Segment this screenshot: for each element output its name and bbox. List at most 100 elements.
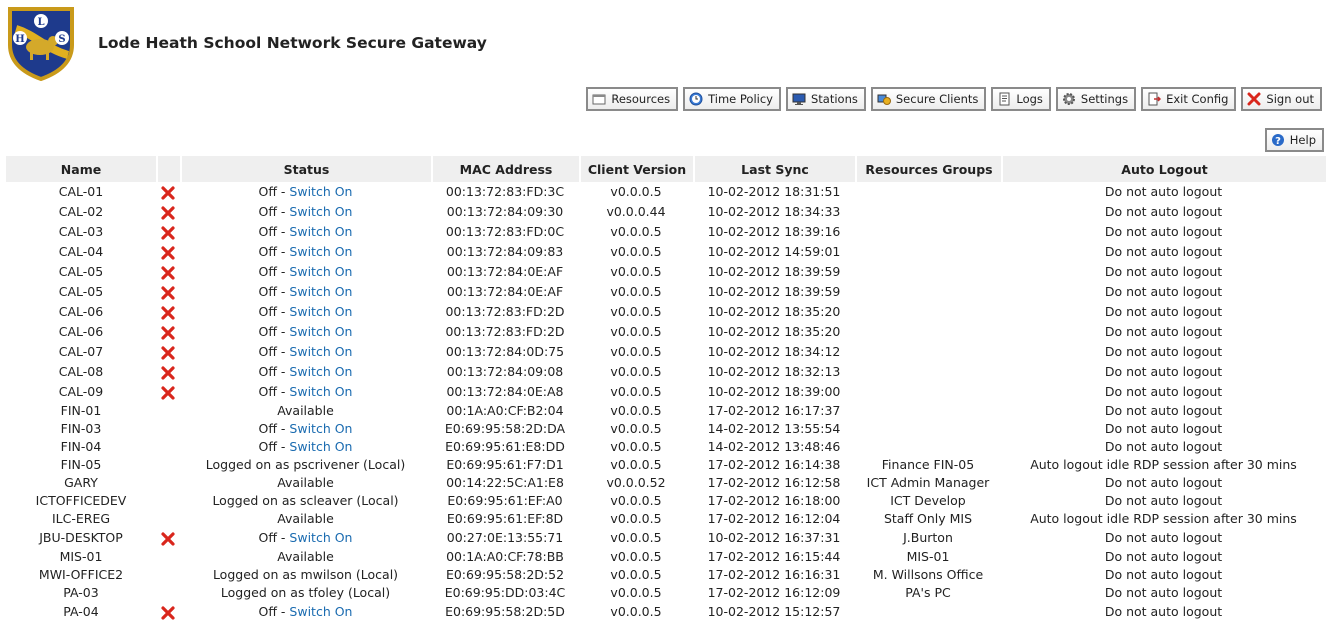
secure-clients-button[interactable]: Secure Clients [870,87,987,111]
column-header-name[interactable]: Name [6,156,156,182]
station-name: CAL-04 [58,244,104,259]
table-row[interactable]: CAL-03 Off - Switch On 00:13:72:83:FD:0C v0… [6,222,1326,242]
table-row[interactable]: MIS-01 Available 00:1A:A0:CF:78:BB v0.0.0.5… [6,548,1326,566]
table-row[interactable]: MWI-OFFICE2 Logged on as mwilson (Local) E… [6,566,1326,584]
table-row[interactable]: PA-04 Off - Switch On E0:69:95:58:2D:5D v0.… [6,602,1326,622]
secure-clients-button-label: Secure Clients [895,92,979,106]
table-row[interactable]: FIN-01 Available 00:1A:A0:CF:B2:04 v0.0.0.5… [6,402,1326,420]
switch-on-link[interactable]: Switch On [289,204,352,219]
switch-on-link[interactable]: Switch On [289,344,352,359]
table-row[interactable]: GARY Available 00:14:22:5C:A1:E8 v0.0.0.52 1… [6,474,1326,492]
offline-x-icon [161,185,175,200]
column-header-auto-logout[interactable]: Auto Logout [1001,156,1326,182]
station-name: JBU-DESKTOP [39,530,123,545]
table-row[interactable]: CAL-05 Off - Switch On 00:13:72:84:0E:AF v0… [6,282,1326,302]
station-name: MWI-OFFICE2 [38,567,124,582]
table-row[interactable]: CAL-04 Off - Switch On 00:13:72:84:09:83 v0… [6,242,1326,262]
offline-indicator [156,548,180,566]
status-cell: Available [180,510,431,528]
station-name: FIN-03 [60,421,102,436]
auto-logout: Do not auto logout [1104,344,1223,359]
table-row[interactable]: ICTOFFICEDEV Logged on as scleaver (Local… [6,492,1326,510]
status-cell: Off - Switch On [180,438,431,456]
last-sync: 10-02-2012 14:59:01 [707,244,841,259]
status-cell: Available [180,402,431,420]
settings-button[interactable]: Settings [1055,87,1137,111]
table-row[interactable]: CAL-01 Off - Switch On 00:13:72:83:FD:3C v0… [6,182,1326,202]
status-text: Off - [258,324,290,339]
table-row[interactable]: CAL-08 Off - Switch On 00:13:72:84:09:08 v0… [6,362,1326,382]
station-name: PA-03 [63,585,99,600]
switch-on-link[interactable]: Switch On [289,304,352,319]
table-row[interactable]: FIN-03 Off - Switch On E0:69:95:58:2D:DA v0… [6,420,1326,438]
table-row[interactable]: JBU-DESKTOP Off - Switch On 00:27:0E:13:55… [6,528,1326,548]
client-version: v0.0.0.5 [610,567,662,582]
client-version: v0.0.0.5 [610,585,662,600]
mac-address: E0:69:95:58:2D:5D [445,604,565,619]
switch-on-link[interactable]: Switch On [289,244,352,259]
switch-on-link[interactable]: Switch On [289,384,352,399]
switch-on-link[interactable]: Switch On [289,224,352,239]
table-row[interactable]: CAL-09 Off - Switch On 00:13:72:84:0E:A8 v0… [6,382,1326,402]
table-row[interactable]: CAL-02 Off - Switch On 00:13:72:84:09:30 v0… [6,202,1326,222]
table-row[interactable]: ILC-EREG Available E0:69:95:61:EF:8D v0.0.0… [6,510,1326,528]
table-row[interactable]: CAL-05 Off - Switch On 00:13:72:84:0E:AF v0… [6,262,1326,282]
auto-logout: Do not auto logout [1104,567,1223,582]
column-header-resources-groups[interactable]: Resources Groups [855,156,1001,182]
switch-on-link[interactable]: Switch On [289,184,352,199]
resources-group [855,322,1001,342]
mac-address: 00:13:72:83:FD:2D [445,324,565,339]
table-row[interactable]: PA-03 Logged on as tfoley (Local) E0:69:95… [6,584,1326,602]
table-row[interactable]: CAL-06 Off - Switch On 00:13:72:83:FD:2D v0… [6,322,1326,342]
switch-on-link[interactable]: Switch On [289,284,352,299]
resources-group: PA's PC [905,585,951,600]
status-text: Logged on as scleaver (Local) [212,493,399,508]
help-icon: ? [1271,134,1284,147]
sign-out-button[interactable]: Sign out [1241,87,1322,111]
resources-button[interactable]: Resources [586,87,679,111]
auto-logout: Do not auto logout [1104,493,1223,508]
last-sync: 10-02-2012 18:39:16 [707,224,841,239]
auto-logout: Do not auto logout [1104,304,1223,319]
last-sync: 14-02-2012 13:48:46 [707,439,841,454]
station-name: CAL-05 [58,264,104,279]
resources-group [855,420,1001,438]
column-header-client-version[interactable]: Client Version [579,156,693,182]
switch-on-link[interactable]: Switch On [289,324,352,339]
stations-button[interactable]: Stations [785,87,866,111]
auto-logout: Auto logout idle RDP session after 30 mi… [1030,457,1297,472]
logs-button[interactable]: Logs [991,87,1051,111]
logs-icon [999,92,1010,106]
client-version: v0.0.0.52 [606,475,666,490]
offline-indicator [156,438,180,456]
table-row[interactable]: FIN-05 Logged on as pscrivener (Local) E0:… [6,456,1326,474]
switch-on-link[interactable]: Switch On [289,421,352,436]
switch-on-link[interactable]: Switch On [289,604,352,619]
help-button[interactable]: ? Help [1264,128,1324,152]
column-header-status[interactable]: Status [180,156,431,182]
status-text: Off - [258,364,290,379]
switch-on-link[interactable]: Switch On [289,364,352,379]
switch-on-link[interactable]: Switch On [289,439,352,454]
column-header-last-sync[interactable]: Last Sync [693,156,855,182]
exit-config-button[interactable]: Exit Config [1141,87,1237,111]
resources-group [855,182,1001,202]
switch-on-link[interactable]: Switch On [289,530,352,545]
switch-on-link[interactable]: Switch On [289,264,352,279]
column-header-mac-address[interactable]: MAC Address [431,156,579,182]
table-row[interactable]: FIN-04 Off - Switch On E0:69:95:61:E8:DD v0… [6,438,1326,456]
last-sync: 10-02-2012 18:34:33 [707,204,841,219]
offline-indicator [156,584,180,602]
time-policy-button[interactable]: Time Policy [683,87,781,111]
table-row[interactable]: CAL-07 Off - Switch On 00:13:72:84:0D:75 v0… [6,342,1326,362]
offline-x-icon [161,225,175,240]
resources-group [855,262,1001,282]
offline-x-icon [161,205,175,220]
status-text: Off - [258,184,290,199]
resources-group [855,202,1001,222]
auto-logout: Auto logout idle RDP session after 30 mi… [1030,511,1297,526]
exit-config-button-label: Exit Config [1166,92,1229,106]
resources-group [855,302,1001,322]
table-row[interactable]: CAL-06 Off - Switch On 00:13:72:83:FD:2D v0… [6,302,1326,322]
mac-address: 00:14:22:5C:A1:E8 [446,475,564,490]
